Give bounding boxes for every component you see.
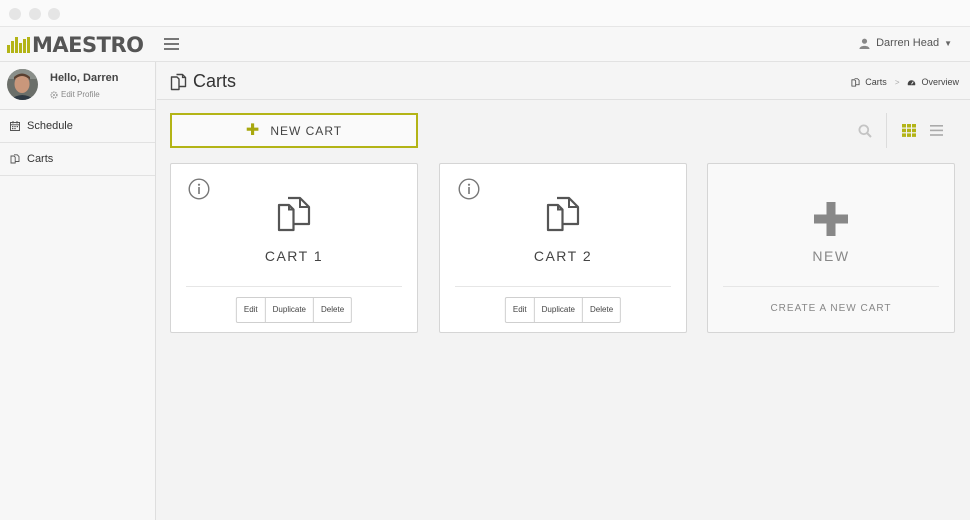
breadcrumb: Carts > Overview	[851, 77, 959, 87]
window-maximize-button[interactable]	[48, 8, 60, 20]
sidebar-item-carts[interactable]: Carts	[0, 143, 155, 176]
sidebar-item-label: Schedule	[27, 120, 73, 132]
sidebar: Hello, Darren Edit Profile Schedule Cart…	[0, 62, 156, 520]
avatar[interactable]	[7, 69, 38, 100]
window-close-button[interactable]	[9, 8, 21, 20]
menu-toggle-button[interactable]	[164, 38, 179, 50]
grid-view-icon[interactable]	[902, 124, 916, 137]
breadcrumb-item-overview[interactable]: Overview	[907, 77, 959, 87]
copy-icon	[851, 77, 860, 87]
cart-actions: Edit Duplicate Delete	[235, 297, 353, 323]
breadcrumb-item-carts[interactable]: Carts	[851, 77, 887, 87]
new-cart-label: NEW CART	[270, 123, 343, 138]
list-view-icon[interactable]	[930, 125, 943, 136]
copy-icon	[277, 196, 311, 232]
info-icon[interactable]	[458, 178, 480, 200]
equalizer-logo-icon	[7, 37, 30, 53]
edit-button[interactable]: Edit	[237, 298, 266, 322]
search-icon[interactable]	[858, 124, 872, 138]
caret-down-icon: ▼	[944, 38, 952, 48]
page-title: Carts	[170, 71, 236, 92]
maestro-logo[interactable]: MAESTRO	[7, 33, 144, 57]
profile-panel: Hello, Darren Edit Profile	[0, 62, 155, 110]
toolbar-divider	[886, 113, 887, 148]
plus-icon: ✚	[245, 121, 261, 139]
edit-profile-label: Edit Profile	[61, 90, 100, 99]
create-new-cart-link[interactable]: CREATE A NEW CART	[708, 303, 954, 314]
user-menu-dropdown[interactable]: Darren Head ▼	[859, 37, 952, 49]
info-icon[interactable]	[188, 178, 210, 200]
cart-title: CART 2	[533, 248, 593, 264]
user-icon	[859, 38, 870, 49]
cart-card: CART 2 Edit Duplicate Delete	[439, 163, 687, 333]
sidebar-item-schedule[interactable]: Schedule	[0, 110, 155, 143]
delete-button[interactable]: Delete	[583, 298, 620, 322]
new-cart-card[interactable]: NEW CREATE A NEW CART	[707, 163, 955, 333]
card-divider	[723, 286, 939, 287]
chevron-right-icon: >	[894, 77, 900, 87]
logo-text: MAESTRO	[32, 33, 144, 57]
duplicate-button[interactable]: Duplicate	[535, 298, 584, 322]
copy-icon	[10, 154, 20, 164]
dashboard-icon	[908, 79, 916, 85]
window-minimize-button[interactable]	[29, 8, 41, 20]
window-titlebar	[0, 0, 970, 27]
duplicate-button[interactable]: Duplicate	[266, 298, 315, 322]
breadcrumb-label: Overview	[921, 77, 959, 87]
new-card-title: NEW	[812, 248, 850, 264]
cart-title: CART 1	[264, 248, 324, 264]
card-divider	[186, 286, 402, 287]
card-divider	[455, 286, 671, 287]
calendar-icon	[10, 121, 20, 131]
user-name: Darren Head	[876, 37, 940, 49]
new-cart-button[interactable]: ✚ NEW CART	[170, 113, 418, 148]
top-header: MAESTRO Darren Head ▼	[0, 27, 970, 62]
edit-button[interactable]: Edit	[506, 298, 535, 322]
breadcrumb-label: Carts	[865, 77, 887, 87]
sidebar-item-label: Carts	[27, 153, 54, 165]
copy-icon	[546, 196, 580, 232]
page-header: Carts Carts > Overview	[157, 62, 970, 100]
delete-button[interactable]: Delete	[314, 298, 351, 322]
copy-icon	[170, 73, 187, 90]
plus-icon	[814, 202, 848, 236]
edit-profile-link[interactable]: Edit Profile	[50, 90, 100, 99]
cart-card: CART 1 Edit Duplicate Delete	[170, 163, 418, 333]
greeting-text: Hello, Darren	[50, 72, 119, 84]
cart-actions: Edit Duplicate Delete	[504, 297, 622, 323]
gear-icon	[50, 90, 58, 99]
page-title-text: Carts	[193, 71, 237, 91]
